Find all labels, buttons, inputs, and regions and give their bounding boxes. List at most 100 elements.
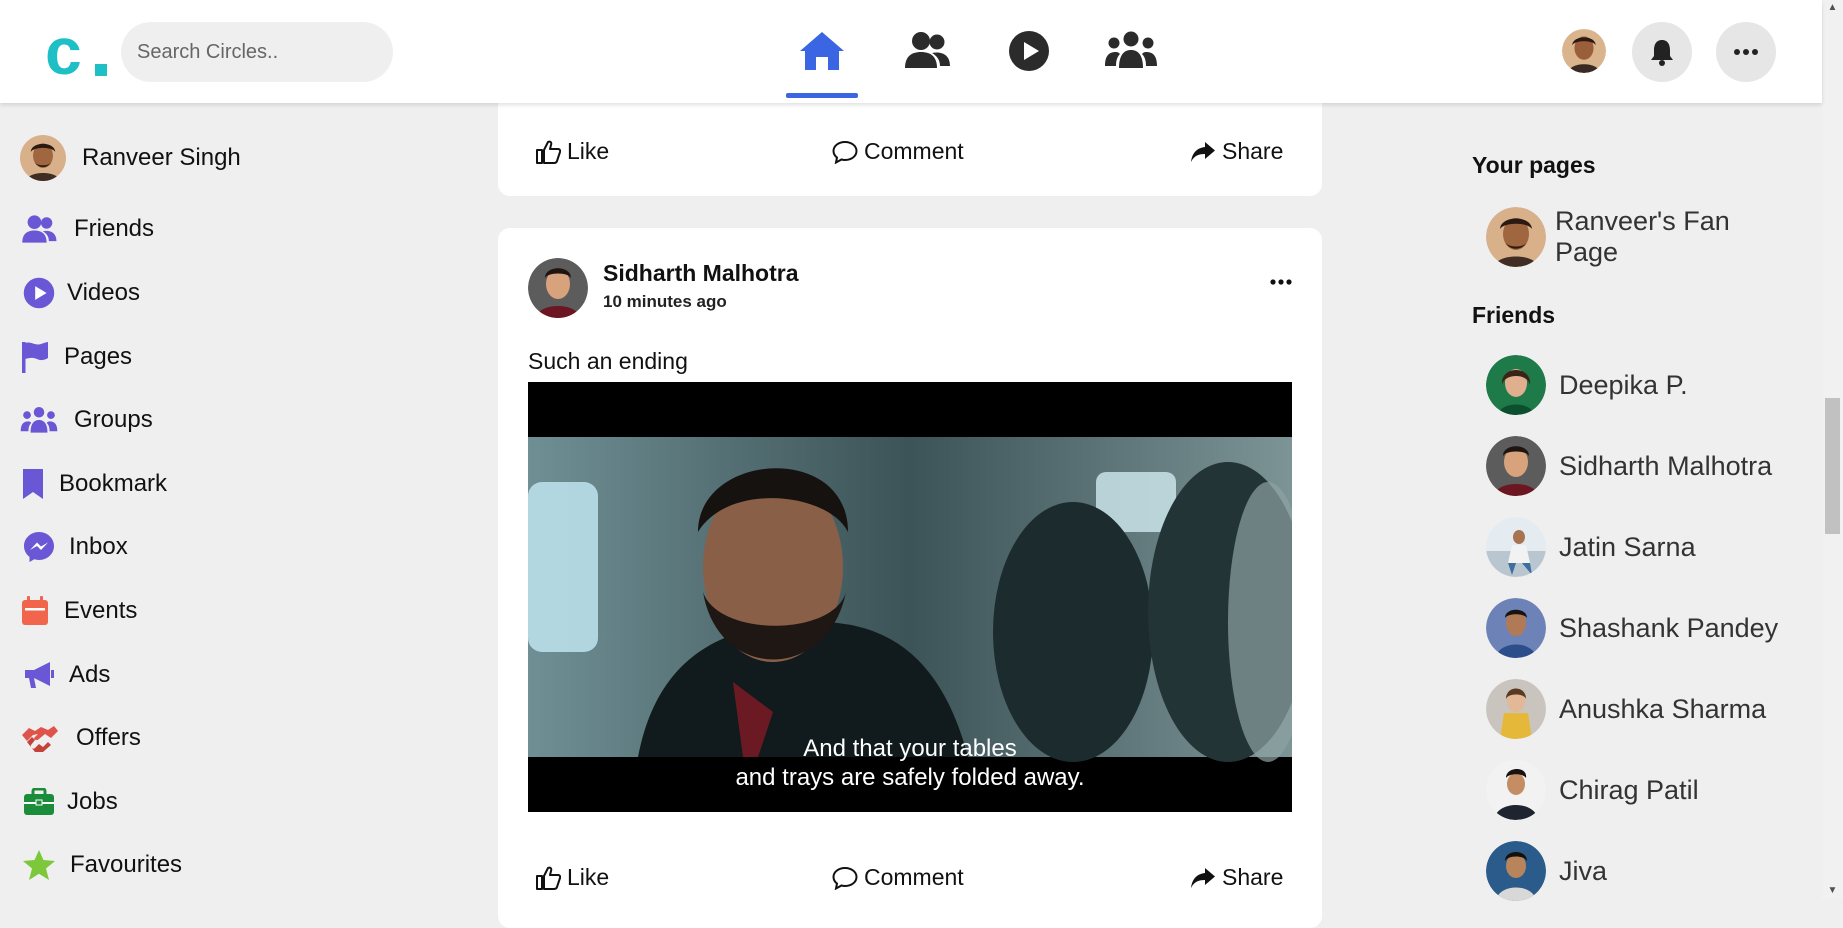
friends-icon: [905, 32, 950, 68]
friend-avatar: [1486, 355, 1546, 415]
share-icon: [1191, 141, 1215, 162]
comment-icon: [832, 140, 858, 164]
profile-avatar[interactable]: [1562, 29, 1606, 73]
star-icon: [20, 846, 58, 884]
sidebar-item-label: Pages: [64, 343, 133, 370]
search-input[interactable]: [121, 22, 393, 82]
subtitle-line-1: And that your tables: [803, 735, 1017, 762]
previous-post-card: Like Comment Share: [498, 100, 1322, 196]
sidebar-profile-name: Ranveer Singh: [82, 144, 241, 171]
subtitle-line-2: and trays are safely folded away.: [735, 764, 1085, 791]
sidebar-item-videos[interactable]: Videos: [20, 270, 140, 316]
share-label: Share: [1222, 864, 1284, 890]
friend-avatar: [1486, 679, 1546, 739]
nav-tab-watch[interactable]: [993, 30, 1065, 92]
friend-item[interactable]: Anushka Sharma: [1486, 679, 1766, 739]
post-options-button[interactable]: [1270, 272, 1292, 290]
friend-item[interactable]: Chirag Patil: [1486, 760, 1699, 820]
bookmark-icon: [20, 465, 46, 503]
post-text: Such an ending: [528, 348, 688, 374]
thumbs-up-icon: [536, 866, 561, 890]
sidebar-item-label: Friends: [74, 215, 155, 242]
page-item[interactable]: Ranveer's Fan Page: [1486, 206, 1745, 268]
calendar-icon: [20, 592, 50, 630]
post-author-avatar[interactable]: [528, 258, 588, 318]
thumbs-up-icon: [536, 140, 561, 164]
scroll-up-arrow[interactable]: ▲: [1826, 2, 1839, 14]
more-options-button[interactable]: [1716, 22, 1776, 82]
share-icon: [1191, 867, 1215, 888]
friend-item[interactable]: Shashank Pandey: [1486, 598, 1778, 658]
share-button[interactable]: Share: [1190, 138, 1283, 165]
friend-name: Chirag Patil: [1559, 774, 1699, 805]
nav-tab-home[interactable]: [786, 30, 858, 98]
post-author-name[interactable]: Sidharth Malhotra: [603, 260, 799, 287]
sidebar-item-inbox[interactable]: Inbox: [20, 524, 128, 570]
friend-item[interactable]: Sidharth Malhotra: [1486, 436, 1772, 496]
more-horizontal-icon: [1734, 49, 1758, 55]
sidebar-item-groups[interactable]: Groups: [20, 397, 153, 443]
notifications-button[interactable]: [1632, 22, 1692, 82]
video-subtitles: And that your tables and trays are safel…: [528, 734, 1292, 792]
post-timestamp[interactable]: 10 minutes ago: [603, 292, 727, 312]
sidebar-item-friends[interactable]: Friends: [20, 206, 154, 252]
friend-avatar: [1486, 760, 1546, 820]
sidebar-item-jobs[interactable]: Jobs: [20, 779, 118, 825]
friend-avatar: [1486, 517, 1546, 577]
friend-name: Shashank Pandey: [1559, 612, 1779, 643]
sidebar-item-ads[interactable]: Ads: [20, 652, 110, 698]
like-button[interactable]: Like: [535, 864, 609, 891]
post-video[interactable]: And that your tables and trays are safel…: [528, 382, 1292, 812]
share-button[interactable]: Share: [1190, 864, 1283, 891]
friend-name: Sidharth Malhotra: [1559, 450, 1773, 481]
handshake-icon: [20, 719, 60, 757]
avatar-image: [1562, 29, 1606, 73]
sidebar-item-offers[interactable]: Offers: [20, 715, 141, 761]
friends-heading: Friends: [1472, 302, 1556, 328]
like-label: Like: [567, 138, 610, 164]
megaphone-icon: [20, 656, 58, 694]
nav-tab-groups[interactable]: [1095, 30, 1167, 92]
sidebar-profile[interactable]: Ranveer Singh: [20, 135, 241, 181]
sidebar-item-favourites[interactable]: Favourites: [20, 842, 182, 888]
sidebar-item-pages[interactable]: Pages: [20, 334, 132, 380]
scrollbar-thumb[interactable]: [1825, 398, 1840, 534]
friend-name: Deepika P.: [1559, 369, 1688, 400]
messenger-icon: [20, 528, 58, 566]
friend-name: Jatin Sarna: [1559, 531, 1696, 562]
user-avatar: [20, 135, 66, 181]
friend-item[interactable]: Jatin Sarna: [1486, 517, 1696, 577]
bell-icon: [1651, 40, 1673, 66]
groups-icon: [20, 401, 58, 439]
friend-avatar: [1486, 436, 1546, 496]
comment-button[interactable]: Comment: [832, 864, 964, 891]
sidebar-item-label: Offers: [76, 724, 141, 751]
nav-tab-friends[interactable]: [891, 30, 963, 92]
friend-avatar: [1486, 841, 1546, 901]
sidebar-item-label: Favourites: [70, 851, 183, 878]
sidebar-item-bookmark[interactable]: Bookmark: [20, 461, 167, 507]
sidebar-item-label: Groups: [74, 406, 153, 433]
flag-icon: [20, 338, 50, 376]
comment-label: Comment: [864, 138, 964, 164]
like-label: Like: [567, 864, 610, 890]
post-actions: Like Comment Share: [498, 128, 1322, 178]
groups-icon: [1105, 31, 1157, 68]
friend-item[interactable]: Jiva: [1486, 841, 1607, 901]
scroll-down-arrow[interactable]: ▼: [1826, 885, 1839, 897]
friend-name: Anushka Sharma: [1559, 693, 1767, 724]
video-play-icon: [1009, 31, 1049, 71]
top-navigation-bar: c: [0, 0, 1822, 103]
sidebar-item-events[interactable]: Events: [20, 588, 137, 634]
your-pages-heading: Your pages: [1472, 152, 1596, 178]
sidebar-item-label: Inbox: [69, 533, 128, 560]
post-actions: Like Comment Share: [498, 854, 1322, 904]
like-button[interactable]: Like: [535, 138, 609, 165]
circles-logo[interactable]: c: [45, 22, 115, 82]
friends-icon: [20, 210, 58, 248]
friend-item[interactable]: Deepika P.: [1486, 355, 1688, 415]
comment-button[interactable]: Comment: [832, 138, 964, 165]
sidebar-item-label: Jobs: [67, 788, 118, 815]
page-avatar: [1486, 207, 1546, 267]
share-label: Share: [1222, 138, 1284, 164]
